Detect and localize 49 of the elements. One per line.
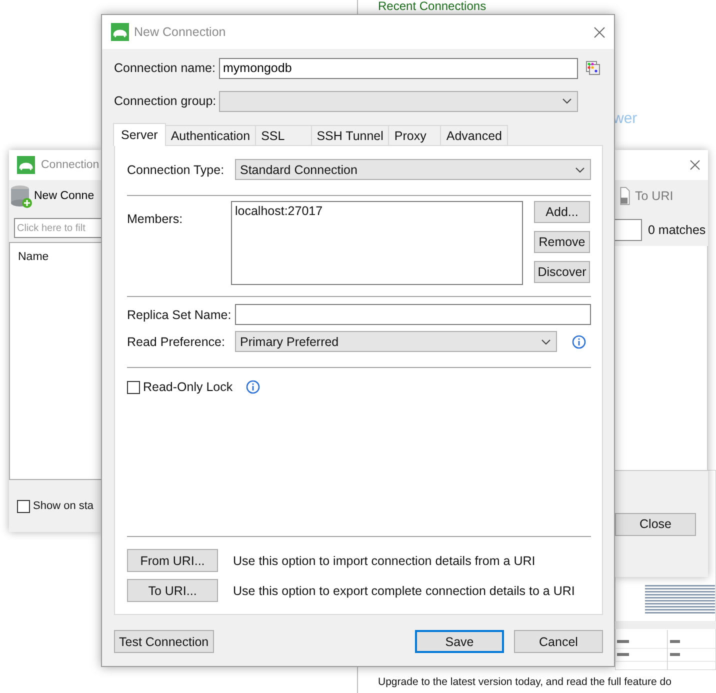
option-description: Use this option to export complete connection details to a URI: [233, 584, 575, 598]
tab[interactable]: Server: [113, 123, 166, 146]
uri-button[interactable]: From URI...: [127, 549, 218, 572]
member-action-button[interactable]: Remove: [534, 231, 590, 253]
uri-button[interactable]: To URI...: [127, 579, 218, 602]
dialog-title: New Connection: [134, 25, 226, 39]
info-icon[interactable]: [246, 380, 260, 394]
window-title: Connection: [41, 159, 100, 171]
new-connection-button[interactable]: New Conne: [9, 184, 96, 208]
color-palette-icon[interactable]: [586, 61, 600, 75]
tab[interactable]: Advanced: [440, 125, 508, 145]
database-add-icon: [10, 184, 32, 208]
footer-text: Upgrade to the latest version today, and read the full feature do: [378, 676, 672, 688]
member-action-button[interactable]: Add...: [534, 201, 590, 223]
field-label: Connection group:: [114, 94, 218, 108]
list-item[interactable]: localhost:27017: [235, 204, 519, 218]
filter-field[interactable]: Click here to filt: [14, 218, 101, 238]
test-connection-button[interactable]: Test Connection: [114, 630, 214, 653]
connection-type-dropdown[interactable]: Standard Connection: [235, 159, 591, 180]
chevron-down-icon: [541, 338, 551, 344]
dialog-button[interactable]: Save: [415, 630, 504, 653]
search-field[interactable]: [615, 219, 642, 241]
column-header[interactable]: Name: [18, 251, 49, 263]
close-button[interactable]: Close: [615, 512, 696, 536]
field-label: Replica Set Name:: [127, 308, 232, 322]
option-description: Use this option to import connection details from a URI: [233, 554, 536, 568]
dialog-button[interactable]: Cancel: [514, 630, 603, 653]
logo-icon: [111, 23, 129, 41]
connection-name-field[interactable]: mymongodb: [219, 58, 578, 78]
field-label: Connection Type:: [127, 162, 226, 176]
info-icon[interactable]: [572, 334, 586, 348]
member-action-button[interactable]: Discover: [534, 261, 590, 283]
to-uri-button[interactable]: To URI: [615, 186, 676, 206]
match-count: 0 matches: [648, 223, 706, 237]
logo-icon: [17, 156, 35, 174]
document-icon: [619, 186, 631, 206]
read-only-lock-checkbox[interactable]: Read-Only Lock: [127, 380, 233, 394]
field-label: Connection name:: [114, 61, 216, 75]
show-on-startup-checkbox[interactable]: Show on sta: [17, 500, 94, 512]
chevron-down-icon: [562, 98, 572, 104]
read-preference-dropdown[interactable]: Primary Preferred: [235, 331, 557, 352]
close-icon[interactable]: [690, 160, 700, 170]
tab[interactable]: Proxy: [388, 125, 442, 145]
field-label: Read Preference:: [127, 334, 226, 348]
chevron-down-icon: [575, 166, 585, 172]
field-label: Members:: [127, 212, 184, 226]
close-icon[interactable]: [594, 26, 605, 38]
replica-set-name-field[interactable]: [235, 304, 591, 325]
page-heading: Recent Connections: [378, 0, 486, 13]
